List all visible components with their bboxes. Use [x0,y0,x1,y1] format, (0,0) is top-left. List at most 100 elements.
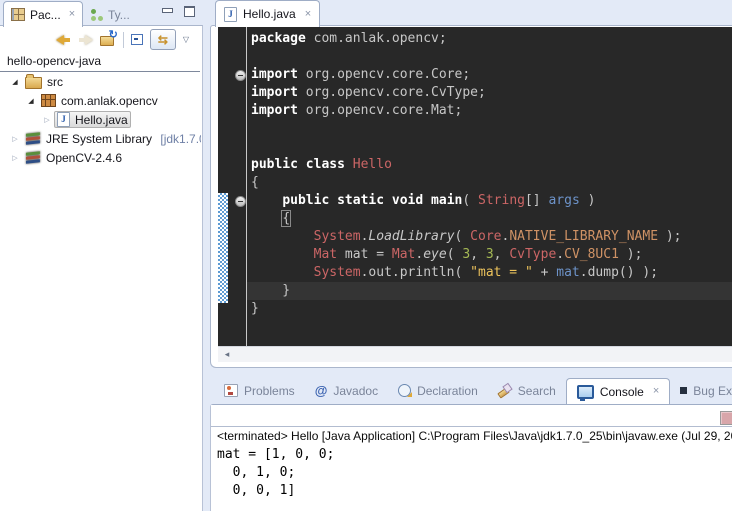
search-icon [498,384,512,397]
tab-label: Declaration [417,384,478,398]
java-file-icon: J [224,7,237,22]
scroll-left-icon[interactable]: ◂ [218,347,236,362]
toolbar-separator [123,32,124,48]
collapse-all-icon[interactable] [131,34,143,45]
collapsed-arrow-icon[interactable]: ▷ [8,154,22,162]
fold-collapse-icon[interactable] [235,70,246,81]
package-folder-icon [25,77,42,89]
expanded-arrow-icon[interactable]: ◢ [24,97,38,105]
code-line[interactable] [218,48,732,66]
horizontal-scrollbar[interactable]: ◂ [218,346,732,362]
package-explorer-toolbar: ⇆ ▽ [0,27,201,52]
view-window-buttons [162,6,195,17]
code-area[interactable]: package com.anlak.opencv; import org.open… [218,30,732,318]
tree-label: JRE System Library [46,132,152,146]
editor-body[interactable]: package com.anlak.opencv; import org.open… [218,27,732,346]
project-tree: hello-opencv-java ◢ src ◢ com.anlak.opencv ▷… [0,53,201,510]
package-icon [41,94,56,107]
bottom-view: Problems @ Javadoc Declaration Search Console… [210,377,732,511]
tab-hello-java[interactable]: J Hello.java × [215,0,320,27]
editor-area: J Hello.java × package com.anlak.opencv;… [210,0,732,368]
library-icon [25,150,41,165]
code-line[interactable]: Mat mat = Mat.eye( 3, 3, CvType.CV_8UC1 … [218,246,732,264]
tree-item-jre-system-library[interactable]: ▷JRE System Library [jdk1.7.0 [0,129,201,148]
tab-label: Search [518,384,556,398]
tab-javadoc[interactable]: @ Javadoc [305,377,388,404]
tab-bug-explorer[interactable]: Bug Explorer [670,377,732,404]
link-with-editor-button[interactable]: ⇆ [150,29,176,50]
code-line[interactable]: package com.anlak.opencv; [218,30,732,48]
tree-item-content: src [22,74,66,90]
package-explorer-view: Pac... × Ty... ⇆ ▽ hello-opencv-java ◢ sr… [0,0,203,511]
declaration-icon [398,384,411,397]
tab-label: Hello.java [243,7,296,21]
tree-item-content: com.anlak.opencv [38,93,161,109]
code-line[interactable]: public class Hello [218,156,732,174]
tab-label: Ty... [108,8,130,22]
tab-label: Problems [244,384,295,398]
tab-search[interactable]: Search [488,377,566,404]
close-icon[interactable]: × [653,386,659,397]
tree-label-decoration: [jdk1.7.0 [157,132,201,146]
close-icon[interactable]: × [69,9,75,20]
console-icon [577,385,594,399]
tree-item-content: JRE System Library [jdk1.7.0 [22,131,201,147]
tree-label: OpenCV-2.4.6 [46,151,122,165]
tree-item-content: J Hello.java [54,111,131,128]
tab-console[interactable]: Console × [566,378,670,405]
console-output: mat = [1, 0, 0; 0, 1, 0; 0, 0, 1] [217,446,732,500]
tree-item-opencv-2-4-6[interactable]: ▷ OpenCV-2.4.6 [0,148,201,167]
tree-label: com.anlak.opencv [61,94,158,108]
library-icon [25,131,41,146]
forward-icon[interactable] [78,34,93,46]
close-icon[interactable]: × [305,9,311,20]
tab-label: Javadoc [333,384,378,398]
console-line: mat = [1, 0, 0; [217,446,732,464]
tree-item-com-anlak-opencv[interactable]: ◢ com.anlak.opencv [0,91,201,110]
tab-label: Bug Explorer [693,384,732,398]
code-line[interactable] [218,138,732,156]
console-header: <terminated> Hello [Java Application] C:… [217,429,732,446]
tab-label: Console [600,385,644,399]
code-line[interactable]: import org.opencv.core.Core; [218,66,732,84]
bottom-tab-row: Problems @ Javadoc Declaration Search Console… [210,377,732,404]
console-toolbar [211,405,732,426]
console-line: 0, 1, 0; [217,464,732,482]
tree-label: src [47,75,63,89]
java-file-icon: J [57,112,70,127]
bug-icon [680,387,687,394]
up-folder-icon[interactable] [100,33,116,46]
terminate-button[interactable] [720,411,732,425]
view-menu-icon[interactable]: ▽ [183,36,189,44]
javadoc-icon: @ [315,384,328,397]
code-line[interactable]: System.out.println( "mat = " + mat.dump(… [218,264,732,282]
fold-collapse-icon[interactable] [235,196,246,207]
code-line[interactable]: { [218,174,732,192]
code-line[interactable]: System.LoadLibrary( Core.NATIVE_LIBRARY_… [218,228,732,246]
code-line[interactable]: } [218,300,732,318]
tab-package-explorer[interactable]: Pac... × [3,1,83,27]
code-line[interactable]: import org.opencv.core.Mat; [218,102,732,120]
maximize-icon[interactable] [184,6,195,17]
collapsed-arrow-icon[interactable]: ▷ [8,135,22,143]
code-line[interactable] [218,120,732,138]
tab-label: Pac... [30,8,61,22]
code-line[interactable]: { [218,210,732,228]
tree-item-src[interactable]: ◢ src [0,72,201,91]
minimize-icon[interactable] [162,8,173,13]
collapsed-arrow-icon[interactable]: ▷ [40,116,54,124]
tree-item-hello-java[interactable]: ▷J Hello.java [0,110,201,129]
code-line[interactable]: public static void main( String[] args ) [218,192,732,210]
back-icon[interactable] [56,34,71,46]
tree-item-project[interactable]: hello-opencv-java [0,53,200,72]
code-line[interactable]: import org.opencv.core.CvType; [218,84,732,102]
console-separator [211,426,732,427]
problems-icon [224,384,238,397]
console-view[interactable]: <terminated> Hello [Java Application] C:… [217,429,732,510]
tab-declaration[interactable]: Declaration [388,377,488,404]
tree-label: Hello.java [75,113,128,127]
expanded-arrow-icon[interactable]: ◢ [8,78,22,86]
tab-type-hierarchy[interactable]: Ty... [86,4,134,25]
tab-problems[interactable]: Problems [214,377,305,404]
code-line[interactable]: } [218,282,732,300]
